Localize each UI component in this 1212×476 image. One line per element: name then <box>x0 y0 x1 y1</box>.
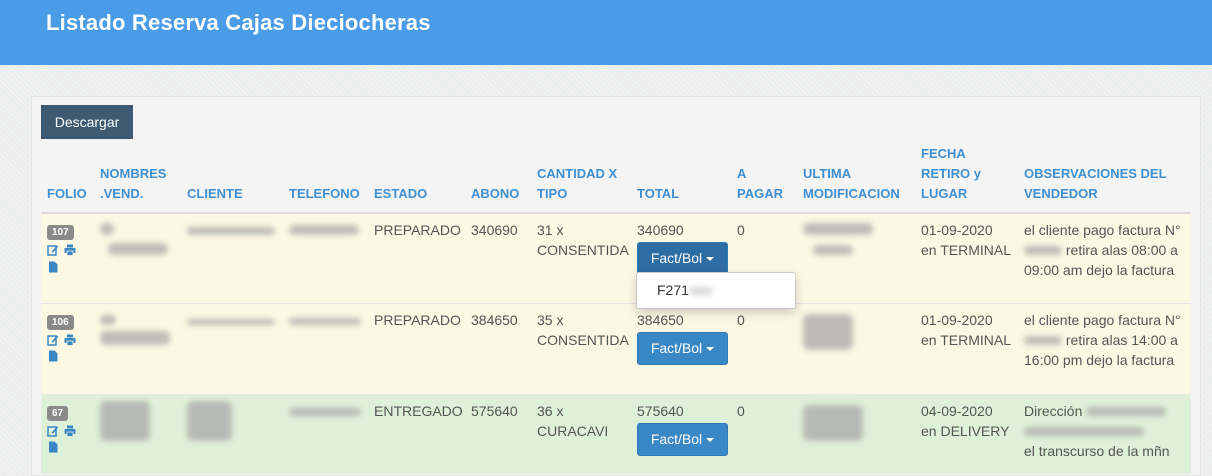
folio-cell: 107 <box>41 212 94 303</box>
document-icon[interactable] <box>47 350 59 362</box>
cantidad-cell: 35 x CONSENTIDA <box>531 302 631 394</box>
vendor-name-cell <box>94 393 181 474</box>
col-header-cantidad-tipo[interactable]: CANTIDAD X TIPO <box>531 144 631 214</box>
reservations-table: FOLIO NOMBRES .VEND. CLIENTE TELEFONO ES… <box>41 144 1191 474</box>
client-cell <box>181 212 283 303</box>
col-header-observaciones[interactable]: OBSERVACIONES DEL VENDEDOR <box>1018 144 1191 214</box>
print-icon[interactable] <box>64 425 76 437</box>
download-button[interactable]: Descargar <box>41 105 133 139</box>
estado-cell: ENTREGADO <box>368 393 465 474</box>
dropdown-item-invoice[interactable]: F271 <box>657 282 713 298</box>
table-row: 67 ENTREGADO 575640 36 x CURACAVI 575640… <box>41 393 1191 474</box>
folio-cell: 67 <box>41 393 94 474</box>
cantidad-cell: 36 x CURACAVI <box>531 393 631 474</box>
col-header-cliente[interactable]: CLIENTE <box>181 144 283 214</box>
observaciones-cell: Dirección el transcurso de la mñn <box>1018 393 1191 474</box>
fecha-retiro-cell: 01-09-2020 en TERMINAL <box>915 212 1018 303</box>
col-header-estado[interactable]: ESTADO <box>368 144 465 214</box>
abono-cell: 575640 <box>465 393 531 474</box>
fecha-retiro-cell: 04-09-2020 en DELIVERY <box>915 393 1018 474</box>
page-title: Listado Reserva Cajas Dieciocheras <box>46 10 431 35</box>
fact-bol-label: Fact/Bol <box>650 339 703 356</box>
col-header-a-pagar[interactable]: A PAGAR <box>731 144 797 214</box>
document-icon[interactable] <box>47 261 59 273</box>
fact-bol-button[interactable]: Fact/Bol <box>637 331 728 365</box>
col-header-nombres-vend[interactable]: NOMBRES .VEND. <box>94 144 181 214</box>
table-row: 106 PREPARADO 384650 35 x CONSENTIDA 384… <box>41 302 1191 394</box>
a-pagar-cell: 0 <box>731 302 797 394</box>
edit-icon[interactable] <box>47 334 59 346</box>
table-header-row: FOLIO NOMBRES .VEND. CLIENTE TELEFONO ES… <box>41 144 1191 214</box>
observaciones-cell: el cliente pago factura N° retira alas 0… <box>1018 212 1191 303</box>
abono-cell: 340690 <box>465 212 531 303</box>
fact-bol-label: Fact/Bol <box>650 250 703 266</box>
content-card: Descargar FOLIO NOMBRES .VEND. CLIENTE T… <box>31 96 1201 476</box>
fecha-retiro-cell: 01-09-2020 en TERMINAL <box>915 302 1018 394</box>
total-cell: 575640 Fact/Bol <box>631 393 731 474</box>
total-value: 575640 <box>637 402 684 419</box>
col-header-ultima-modificacion[interactable]: ULTIMA MODIFICACION <box>797 144 915 214</box>
edit-icon[interactable] <box>47 244 59 257</box>
estado-cell: PREPARADO <box>368 212 465 303</box>
client-cell <box>181 393 283 474</box>
phone-cell <box>283 302 368 394</box>
caret-down-icon <box>706 257 715 262</box>
print-icon[interactable] <box>64 334 76 346</box>
caret-down-icon <box>706 437 715 442</box>
a-pagar-cell: 0 <box>731 393 797 474</box>
col-header-fecha-retiro[interactable]: FECHA RETIRO y LUGAR <box>915 144 1018 214</box>
caret-down-icon <box>706 346 715 351</box>
fact-bol-dropdown-menu: F271 <box>636 272 796 309</box>
folio-badge: 67 <box>47 405 69 421</box>
folio-badge: 106 <box>47 314 74 330</box>
phone-cell <box>283 212 368 303</box>
fact-bol-label: Fact/Bol <box>650 430 703 447</box>
observaciones-cell: el cliente pago factura N° retira alas 1… <box>1018 302 1191 394</box>
col-header-telefono[interactable]: TELEFONO <box>283 144 368 214</box>
document-icon[interactable] <box>47 441 59 453</box>
total-cell: 384650 Fact/Bol <box>631 302 731 394</box>
folio-cell: 106 <box>41 302 94 394</box>
print-icon[interactable] <box>64 244 76 257</box>
ultima-modificacion-cell <box>797 302 915 394</box>
folio-badge: 107 <box>47 225 74 240</box>
abono-cell: 384650 <box>465 302 531 394</box>
ultima-modificacion-cell <box>797 393 915 474</box>
phone-cell <box>283 393 368 474</box>
vendor-name-cell <box>94 212 181 303</box>
col-header-total[interactable]: TOTAL <box>631 144 731 214</box>
edit-icon[interactable] <box>47 425 59 437</box>
fact-bol-button[interactable]: Fact/Bol <box>637 242 728 275</box>
ultima-modificacion-cell <box>797 212 915 303</box>
cantidad-cell: 31 x CONSENTIDA <box>531 212 631 303</box>
total-value: 340690 <box>637 222 684 238</box>
client-cell <box>181 302 283 394</box>
col-header-abono[interactable]: ABONO <box>465 144 531 214</box>
page-header: Listado Reserva Cajas Dieciocheras <box>0 0 1212 65</box>
table-row: 107 PREPARADO 340690 31 x CONSENTIDA 340… <box>41 212 1191 303</box>
col-header-folio[interactable]: FOLIO <box>41 144 94 214</box>
vendor-name-cell <box>94 302 181 394</box>
fact-bol-button[interactable]: Fact/Bol <box>637 422 728 456</box>
total-value: 384650 <box>637 311 684 328</box>
estado-cell: PREPARADO <box>368 302 465 394</box>
